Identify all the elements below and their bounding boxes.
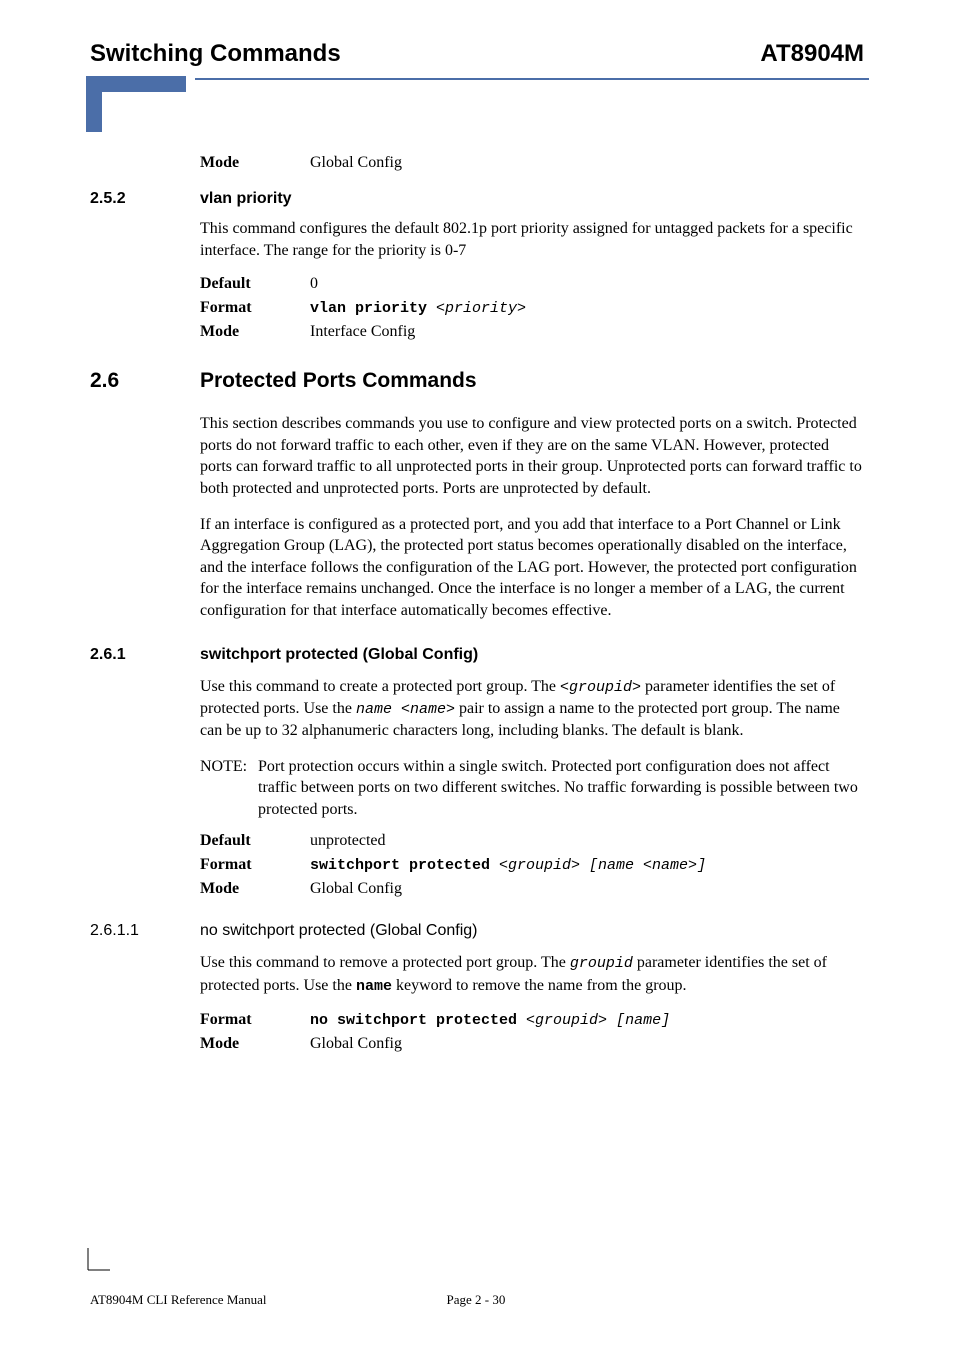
header-right: AT8904M [760,40,864,68]
field-row: Format switchport protected <groupid> [n… [200,856,864,874]
page-header: Switching Commands AT8904M [90,40,864,68]
field-label: Format [200,856,310,874]
paragraph: Use this command to create a protected p… [200,676,864,742]
inline-code: name <name> [356,701,455,718]
format-argument: <groupid> [name <name>] [499,857,706,874]
field-value: 0 [310,275,864,293]
section-title: vlan priority [200,190,292,208]
field-value: Global Config [310,1035,864,1053]
header-left: Switching Commands [90,40,341,68]
section-title: switchport protected (Global Config) [200,646,478,664]
footer-left: AT8904M CLI Reference Manual [90,1292,267,1308]
field-label: Mode [200,1035,310,1053]
note-block: NOTE: Port protection occurs within a si… [200,756,864,821]
inline-code: <groupid> [560,679,641,696]
field-row: Mode Global Config [200,880,864,898]
field-label: Default [200,275,310,293]
field-label: Format [200,299,310,317]
field-value: Interface Config [310,323,864,341]
paragraph: This command configures the default 802.… [200,218,864,261]
field-label: Mode [200,323,310,341]
text-fragment: Use this command to remove a protected p… [200,954,570,971]
section-number: 2.6.1.1 [90,922,200,940]
field-value: no switchport protected <groupid> [name] [310,1011,864,1029]
field-value: vlan priority <priority> [310,299,864,317]
header-rule [195,78,869,80]
page-footer: AT8904M CLI Reference Manual Page 2 - 30 [90,1292,860,1308]
field-label: Format [200,1011,310,1029]
format-command: vlan priority [310,300,436,317]
section-number: 2.6 [90,369,200,393]
text-fragment: Use this command to create a protected p… [200,678,560,695]
section-title: no switchport protected (Global Config) [200,922,477,940]
inline-code: groupid [570,955,633,972]
field-value: Global Config [310,880,864,898]
field-row: Format vlan priority <priority> [200,299,864,317]
section-number: 2.6.1 [90,646,200,664]
section-heading: 2.6 Protected Ports Commands [90,369,864,393]
field-label: Default [200,832,310,850]
paragraph: This section describes commands you use … [200,413,864,499]
section-heading: 2.5.2 vlan priority [90,190,864,208]
format-command: switchport protected [310,857,499,874]
field-row: Format no switchport protected <groupid>… [200,1011,864,1029]
field-label: Mode [200,154,310,172]
paragraph: If an interface is configured as a prote… [200,514,864,622]
inline-code: name [356,978,392,995]
field-row: Default unprotected [200,832,864,850]
field-value: unprotected [310,832,864,850]
format-command: no switchport protected [310,1012,526,1029]
field-value: Global Config [310,154,864,172]
note-label: NOTE: [200,756,258,821]
format-argument: <groupid> [name] [526,1012,670,1029]
field-label: Mode [200,880,310,898]
field-row: Mode Global Config [200,154,864,172]
format-argument: <priority> [436,300,526,317]
section-title: Protected Ports Commands [200,369,477,393]
logo-block [90,76,864,132]
section-number: 2.5.2 [90,190,200,208]
corner-mark-icon [86,1248,110,1272]
paragraph: Use this command to remove a protected p… [200,952,864,997]
section-heading: 2.6.1 switchport protected (Global Confi… [90,646,864,664]
brand-logo-icon [86,76,186,132]
section-heading: 2.6.1.1 no switchport protected (Global … [90,922,864,940]
field-row: Mode Interface Config [200,323,864,341]
footer-page: Page 2 - 30 [447,1292,506,1308]
field-row: Default 0 [200,275,864,293]
field-value: switchport protected <groupid> [name <na… [310,856,864,874]
text-fragment: keyword to remove the name from the grou… [392,977,687,994]
note-body: Port protection occurs within a single s… [258,756,864,821]
field-row: Mode Global Config [200,1035,864,1053]
